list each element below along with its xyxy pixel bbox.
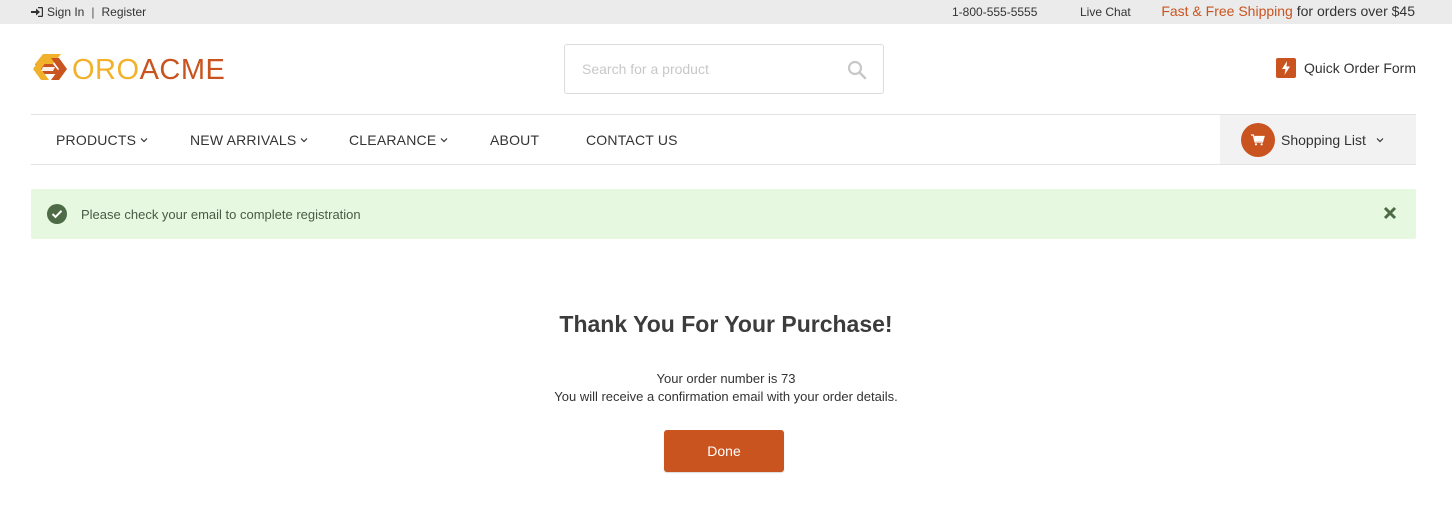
live-chat-link[interactable]: Live Chat: [1080, 5, 1131, 19]
top-bar: Sign In | Register 1-800-555-5555 Live C…: [0, 0, 1452, 24]
chevron-down-icon: [440, 137, 448, 142]
account-links: Sign In | Register: [31, 0, 146, 24]
nav-item-label: ABOUT: [490, 131, 540, 148]
alert-message: Please check your email to complete regi…: [81, 206, 361, 222]
shopping-list-dropdown[interactable]: Shopping List: [1220, 115, 1416, 164]
quick-order-form-label: Quick Order Form: [1303, 60, 1416, 76]
order-info: Your order number is 73 You will receive…: [0, 370, 1452, 406]
lightning-icon: [1275, 58, 1296, 78]
nav-item-label: CONTACT US: [586, 131, 678, 148]
done-button[interactable]: Done: [664, 430, 784, 472]
search-icon[interactable]: [847, 60, 867, 80]
sign-in-link[interactable]: Sign In: [47, 5, 84, 19]
cart-icon: [1241, 122, 1275, 157]
search-box: [564, 44, 884, 94]
page-title: Thank You For Your Purchase!: [559, 311, 893, 337]
link-separator: |: [91, 5, 95, 19]
nav-item-about[interactable]: ABOUT: [490, 115, 539, 164]
chevron-down-icon: [140, 137, 148, 142]
sign-in-icon: [31, 7, 43, 17]
logo-text-oro: ORO: [72, 53, 140, 86]
chevron-down-icon: [1376, 137, 1384, 142]
shipping-promo-text: for orders over $45: [1292, 3, 1415, 19]
nav-item-clearance[interactable]: CLEARANCE: [349, 115, 448, 164]
logo-text-acme: ACME: [139, 53, 226, 86]
nav-item-products[interactable]: PRODUCTS: [56, 115, 148, 164]
phone-number[interactable]: 1-800-555-5555: [952, 5, 1037, 19]
shopping-list-label: Shopping List: [1281, 131, 1366, 148]
nav-item-label: NEW ARRIVALS: [190, 131, 297, 148]
nav-item-contact-us[interactable]: CONTACT US: [586, 115, 678, 164]
quick-order-form-link[interactable]: Quick Order Form: [1275, 58, 1416, 78]
check-circle-icon: [47, 204, 67, 224]
close-icon[interactable]: [1383, 206, 1397, 220]
confirmation-text: You will receive a confirmation email wi…: [554, 389, 898, 404]
nav-item-label: PRODUCTS: [56, 131, 137, 148]
register-link[interactable]: Register: [101, 5, 146, 19]
search-input[interactable]: [565, 45, 825, 93]
main-navigation: PRODUCTS NEW ARRIVALS CLEARANCE ABOUT CO…: [31, 114, 1416, 165]
site-logo[interactable]: OROACME: [31, 50, 225, 90]
nav-item-new-arrivals[interactable]: NEW ARRIVALS: [190, 115, 308, 164]
nav-item-label: CLEARANCE: [349, 131, 437, 148]
chevron-down-icon: [300, 137, 308, 142]
success-alert: Please check your email to complete regi…: [31, 189, 1416, 239]
logo-mark-icon: [33, 54, 67, 80]
shipping-promo-highlight: Fast & Free Shipping: [1161, 3, 1293, 19]
shipping-promo: Fast & Free Shipping for orders over $45: [1161, 3, 1415, 19]
order-number-text: Your order number is 73: [656, 371, 796, 386]
